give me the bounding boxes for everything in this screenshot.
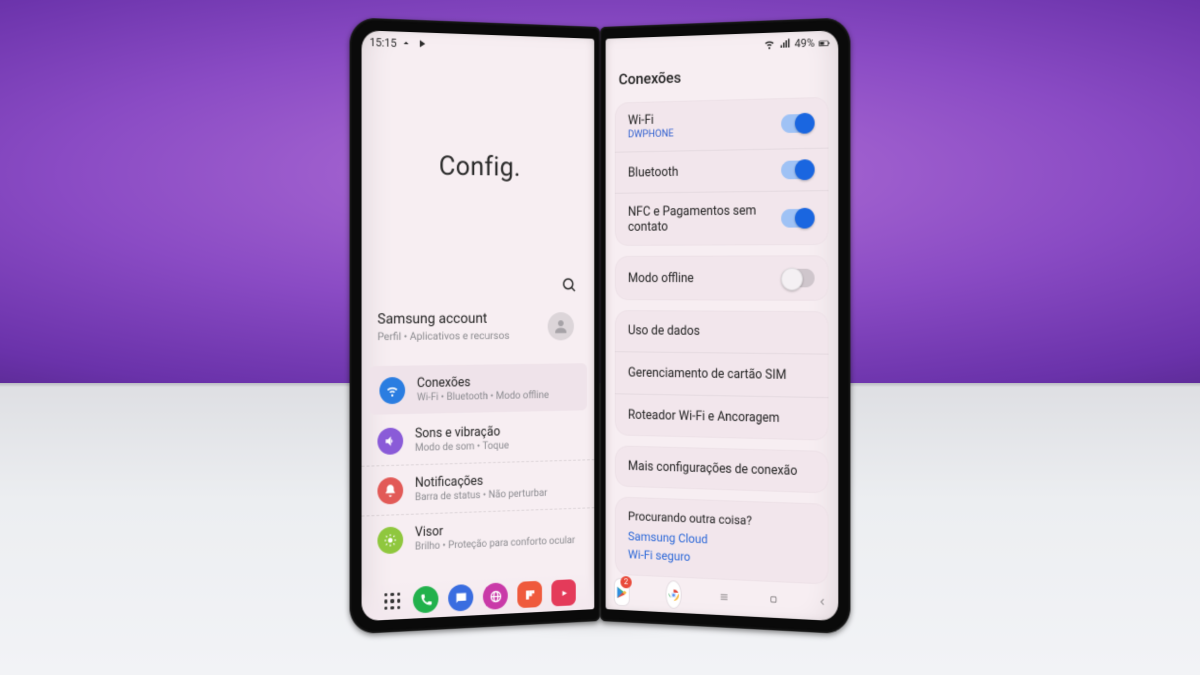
secure-wifi-link[interactable]: Wi-Fi seguro [628,547,815,569]
category-title: Conexões [417,374,549,391]
offline-card: Modo offline [615,255,829,301]
looking-for-card: Procurando outra coisa? Samsung Cloud Wi… [615,497,829,585]
nfc-toggle[interactable] [781,209,814,228]
settings-category-list: Conexões Wi-Fi • Bluetooth • Modo offlin… [362,355,595,565]
foldable-phone: 15:15 Config. [340,27,860,621]
row-subtitle: DWPHONE [628,126,781,141]
battery-status-icon [819,36,831,49]
wifi-status-icon [763,38,775,51]
hotspot-row[interactable]: Roteador Wi-Fi e Ancoragem [615,394,829,440]
wifi-row[interactable]: Wi-Fi DWPHONE [615,97,829,153]
status-time: 15:15 [370,35,397,49]
sim-management-row[interactable]: Gerenciamento de cartão SIM [615,352,829,398]
category-display[interactable]: Visor Brilho • Proteção para conforto oc… [362,508,595,565]
category-notifications[interactable]: Notificações Barra de status • Não pertu… [362,460,595,516]
bell-icon [377,476,403,504]
row-title: NFC e Pagamentos sem contato [628,203,781,235]
category-connections[interactable]: Conexões Wi-Fi • Bluetooth • Modo offlin… [370,363,587,415]
sun-icon [377,526,403,554]
row-title: Gerenciamento de cartão SIM [628,365,815,383]
row-title: Mais configurações de conexão [628,459,815,480]
bluetooth-row[interactable]: Bluetooth [615,149,829,194]
page-title: Config. [439,150,521,182]
detail-heading: Conexões [606,53,839,103]
row-title: Bluetooth [628,162,781,180]
category-sounds[interactable]: Sons e vibração Modo de som • Toque [362,412,595,467]
airplane-mode-row[interactable]: Modo offline [615,255,829,301]
more-settings-row[interactable]: Mais configurações de conexão [615,445,829,493]
battery-percent: 49% [794,36,814,50]
account-subtitle: Perfil • Aplicativos e recursos [377,328,538,343]
category-subtitle: Wi-Fi • Bluetooth • Modo offline [417,390,549,404]
toggles-card: Wi-Fi DWPHONE Bluetooth NFC e Pagamentos… [615,97,829,246]
nfc-row[interactable]: NFC e Pagamentos sem contato [615,191,829,246]
bluetooth-toggle[interactable] [781,160,814,179]
category-subtitle: Modo de som • Toque [415,440,509,454]
status-misc-icon [401,37,413,50]
signal-status-icon [779,37,791,50]
airplane-mode-toggle[interactable] [781,269,814,288]
row-title: Roteador Wi-Fi e Ancoragem [628,408,815,427]
search-icon[interactable] [561,276,578,294]
data-usage-row[interactable]: Uso de dados [615,310,829,355]
wifi-icon [379,376,405,403]
row-title: Modo offline [628,270,781,285]
category-title: Sons e vibração [415,424,509,442]
links-card: Uso de dados Gerenciamento de cartão SIM… [615,310,829,441]
account-title: Samsung account [377,310,538,327]
samsung-account-row[interactable]: Samsung account Perfil • Aplicativos e r… [362,302,595,358]
wifi-toggle[interactable] [781,113,814,132]
row-title: Uso de dados [628,323,815,340]
avatar-icon [548,312,574,340]
looking-prompt: Procurando outra coisa? [628,509,815,530]
sound-icon [377,427,403,454]
more-settings-card: Mais configurações de conexão [615,445,829,493]
status-play-icon [416,37,428,50]
